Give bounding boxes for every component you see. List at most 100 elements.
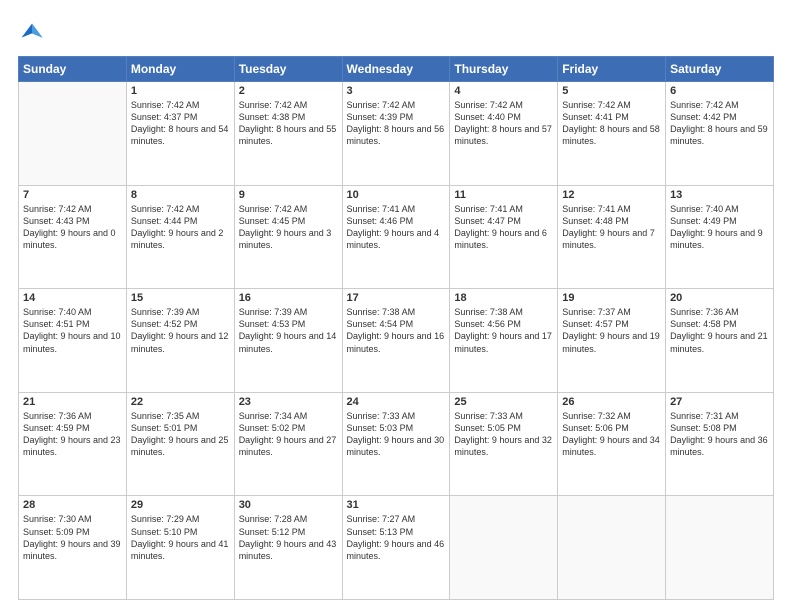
cell-details: Sunrise: 7:40 AM Sunset: 4:51 PM Dayligh… [23,306,122,355]
cell-details: Sunrise: 7:42 AM Sunset: 4:45 PM Dayligh… [239,203,338,252]
calendar-cell: 22 Sunrise: 7:35 AM Sunset: 5:01 PM Dayli… [126,392,234,496]
day-number: 8 [131,189,230,201]
day-number: 20 [670,292,769,304]
calendar-cell: 27 Sunrise: 7:31 AM Sunset: 5:08 PM Dayli… [666,392,774,496]
col-friday: Friday [558,57,666,82]
calendar-body: 1 Sunrise: 7:42 AM Sunset: 4:37 PM Daylig… [19,82,774,600]
day-number: 22 [131,396,230,408]
cell-details: Sunrise: 7:33 AM Sunset: 5:05 PM Dayligh… [454,410,553,459]
day-number: 28 [23,499,122,511]
cell-details: Sunrise: 7:35 AM Sunset: 5:01 PM Dayligh… [131,410,230,459]
calendar-header: Sunday Monday Tuesday Wednesday Thursday… [19,57,774,82]
calendar-cell: 26 Sunrise: 7:32 AM Sunset: 5:06 PM Dayli… [558,392,666,496]
calendar-cell: 23 Sunrise: 7:34 AM Sunset: 5:02 PM Dayli… [234,392,342,496]
cell-details: Sunrise: 7:41 AM Sunset: 4:46 PM Dayligh… [347,203,446,252]
cell-details: Sunrise: 7:42 AM Sunset: 4:41 PM Dayligh… [562,99,661,148]
calendar-cell: 9 Sunrise: 7:42 AM Sunset: 4:45 PM Daylig… [234,185,342,289]
cell-details: Sunrise: 7:42 AM Sunset: 4:44 PM Dayligh… [131,203,230,252]
cell-details: Sunrise: 7:31 AM Sunset: 5:08 PM Dayligh… [670,410,769,459]
calendar-cell: 25 Sunrise: 7:33 AM Sunset: 5:05 PM Dayli… [450,392,558,496]
day-number: 1 [131,85,230,97]
calendar-cell: 17 Sunrise: 7:38 AM Sunset: 4:54 PM Dayli… [342,289,450,393]
logo [18,18,50,46]
cell-details: Sunrise: 7:42 AM Sunset: 4:38 PM Dayligh… [239,99,338,148]
calendar-cell: 30 Sunrise: 7:28 AM Sunset: 5:12 PM Dayli… [234,496,342,600]
day-number: 16 [239,292,338,304]
day-number: 24 [347,396,446,408]
day-number: 13 [670,189,769,201]
calendar-cell: 28 Sunrise: 7:30 AM Sunset: 5:09 PM Dayli… [19,496,127,600]
day-number: 25 [454,396,553,408]
calendar-cell: 15 Sunrise: 7:39 AM Sunset: 4:52 PM Dayli… [126,289,234,393]
page: Sunday Monday Tuesday Wednesday Thursday… [0,0,792,612]
calendar-cell [19,82,127,186]
col-saturday: Saturday [666,57,774,82]
cell-details: Sunrise: 7:34 AM Sunset: 5:02 PM Dayligh… [239,410,338,459]
cell-details: Sunrise: 7:33 AM Sunset: 5:03 PM Dayligh… [347,410,446,459]
day-number: 18 [454,292,553,304]
day-number: 15 [131,292,230,304]
calendar-cell: 18 Sunrise: 7:38 AM Sunset: 4:56 PM Dayli… [450,289,558,393]
day-number: 27 [670,396,769,408]
day-number: 11 [454,189,553,201]
cell-details: Sunrise: 7:38 AM Sunset: 4:56 PM Dayligh… [454,306,553,355]
day-number: 3 [347,85,446,97]
calendar-cell: 6 Sunrise: 7:42 AM Sunset: 4:42 PM Daylig… [666,82,774,186]
cell-details: Sunrise: 7:36 AM Sunset: 4:59 PM Dayligh… [23,410,122,459]
calendar-week-5: 28 Sunrise: 7:30 AM Sunset: 5:09 PM Dayli… [19,496,774,600]
day-number: 23 [239,396,338,408]
col-tuesday: Tuesday [234,57,342,82]
day-number: 9 [239,189,338,201]
cell-details: Sunrise: 7:42 AM Sunset: 4:42 PM Dayligh… [670,99,769,148]
cell-details: Sunrise: 7:42 AM Sunset: 4:40 PM Dayligh… [454,99,553,148]
calendar-cell: 4 Sunrise: 7:42 AM Sunset: 4:40 PM Daylig… [450,82,558,186]
header [18,18,774,46]
calendar-cell: 19Sunrise: 7:37 AM Sunset: 4:57 PM Dayli… [558,289,666,393]
cell-details: Sunrise: 7:42 AM Sunset: 4:43 PM Dayligh… [23,203,122,252]
cell-details: Sunrise: 7:39 AM Sunset: 4:52 PM Dayligh… [131,306,230,355]
cell-details: Sunrise: 7:29 AM Sunset: 5:10 PM Dayligh… [131,513,230,562]
calendar-cell [558,496,666,600]
calendar-cell: 24 Sunrise: 7:33 AM Sunset: 5:03 PM Dayli… [342,392,450,496]
calendar-cell: 16 Sunrise: 7:39 AM Sunset: 4:53 PM Dayli… [234,289,342,393]
cell-details: Sunrise: 7:42 AM Sunset: 4:37 PM Dayligh… [131,99,230,148]
day-number: 2 [239,85,338,97]
calendar-cell: 21 Sunrise: 7:36 AM Sunset: 4:59 PM Dayli… [19,392,127,496]
day-number: 5 [562,85,661,97]
logo-bird-icon [18,18,46,46]
calendar-cell: 14 Sunrise: 7:40 AM Sunset: 4:51 PM Dayli… [19,289,127,393]
calendar-week-4: 21 Sunrise: 7:36 AM Sunset: 4:59 PM Dayli… [19,392,774,496]
day-number: 30 [239,499,338,511]
day-number: 17 [347,292,446,304]
cell-details: Sunrise: 7:39 AM Sunset: 4:53 PM Dayligh… [239,306,338,355]
col-sunday: Sunday [19,57,127,82]
day-number: 29 [131,499,230,511]
day-number: 4 [454,85,553,97]
calendar-table: Sunday Monday Tuesday Wednesday Thursday… [18,56,774,600]
cell-details: Sunrise: 7:28 AM Sunset: 5:12 PM Dayligh… [239,513,338,562]
calendar-cell: 13Sunrise: 7:40 AM Sunset: 4:49 PM Dayli… [666,185,774,289]
calendar-cell [666,496,774,600]
calendar-cell: 2 Sunrise: 7:42 AM Sunset: 4:38 PM Daylig… [234,82,342,186]
calendar-header-row: Sunday Monday Tuesday Wednesday Thursday… [19,57,774,82]
cell-details: Sunrise: 7:41 AM Sunset: 4:47 PM Dayligh… [454,203,553,252]
calendar-cell: 29 Sunrise: 7:29 AM Sunset: 5:10 PM Dayli… [126,496,234,600]
calendar-cell: 12Sunrise: 7:41 AM Sunset: 4:48 PM Dayli… [558,185,666,289]
col-wednesday: Wednesday [342,57,450,82]
day-number: 6 [670,85,769,97]
calendar-week-2: 7Sunrise: 7:42 AM Sunset: 4:43 PM Daylig… [19,185,774,289]
day-number: 10 [347,189,446,201]
calendar-cell: 10 Sunrise: 7:41 AM Sunset: 4:46 PM Dayli… [342,185,450,289]
cell-details: Sunrise: 7:30 AM Sunset: 5:09 PM Dayligh… [23,513,122,562]
calendar-cell: 31Sunrise: 7:27 AM Sunset: 5:13 PM Dayli… [342,496,450,600]
col-monday: Monday [126,57,234,82]
day-number: 26 [562,396,661,408]
calendar-cell: 8 Sunrise: 7:42 AM Sunset: 4:44 PM Daylig… [126,185,234,289]
calendar-week-1: 1 Sunrise: 7:42 AM Sunset: 4:37 PM Daylig… [19,82,774,186]
cell-details: Sunrise: 7:38 AM Sunset: 4:54 PM Dayligh… [347,306,446,355]
calendar-cell: 7Sunrise: 7:42 AM Sunset: 4:43 PM Daylig… [19,185,127,289]
cell-details: Sunrise: 7:41 AM Sunset: 4:48 PM Dayligh… [562,203,661,252]
cell-details: Sunrise: 7:32 AM Sunset: 5:06 PM Dayligh… [562,410,661,459]
day-number: 14 [23,292,122,304]
day-number: 21 [23,396,122,408]
